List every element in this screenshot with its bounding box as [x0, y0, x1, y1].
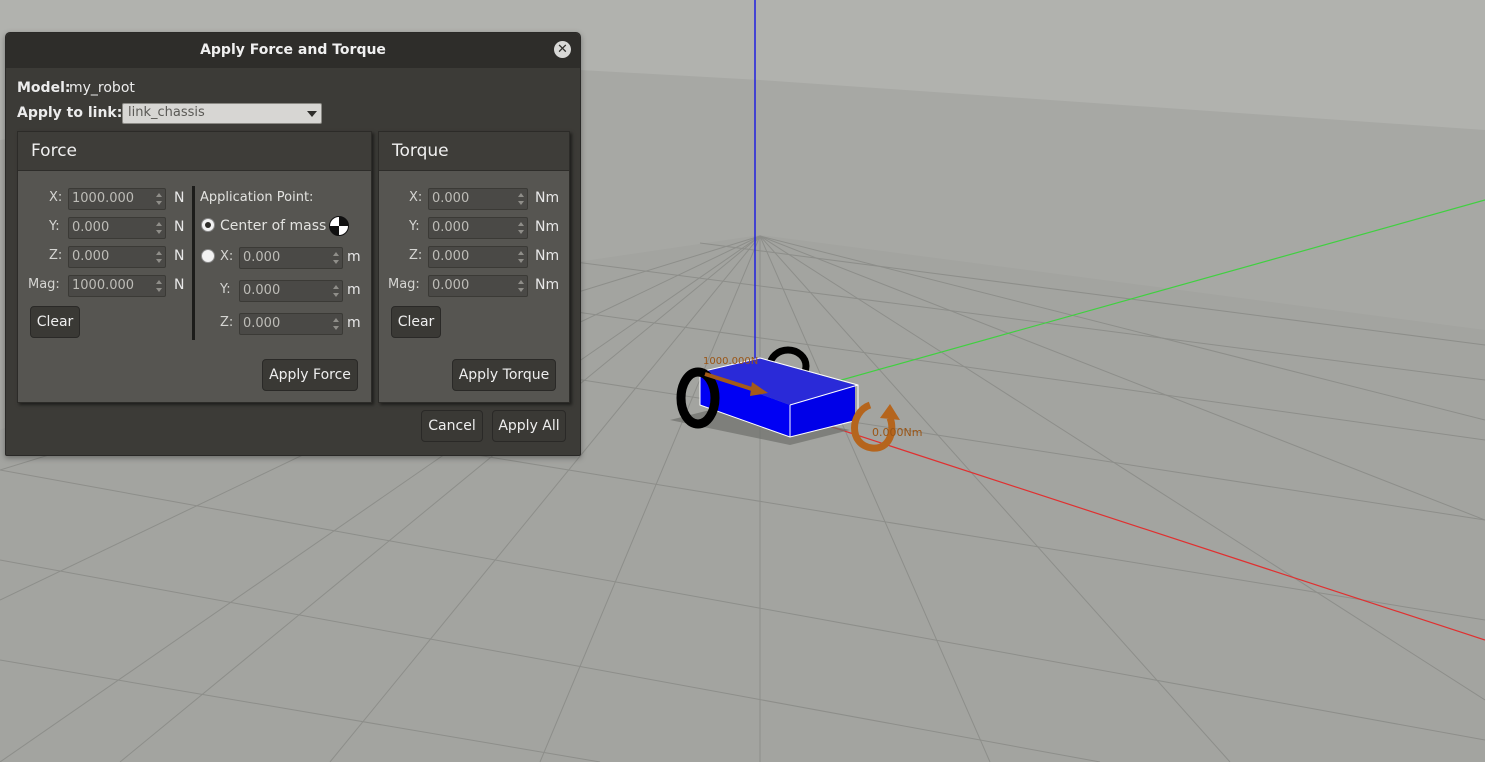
spin-up-icon[interactable] [518, 251, 524, 255]
torque-z-value: 0.000 [432, 249, 470, 264]
dialog-title: Apply Force and Torque [200, 42, 386, 58]
force-clear-button[interactable]: Clear [30, 306, 80, 338]
spin-up-icon[interactable] [156, 222, 162, 226]
model-name: my_robot [69, 80, 135, 96]
spin-up-icon[interactable] [333, 285, 339, 289]
force-mag-label: Mag: [28, 277, 60, 292]
spin-up-icon[interactable] [156, 193, 162, 197]
torque-mag-unit: Nm [535, 277, 560, 293]
force-panel-header: Force [18, 132, 371, 171]
spin-up-icon[interactable] [333, 318, 339, 322]
torque-panel-header: Torque [379, 132, 569, 171]
link-select-value: link_chassis [128, 105, 205, 120]
force-z-label: Z: [49, 248, 63, 263]
point-y-unit: m [347, 282, 361, 298]
torque-z-label: Z: [409, 248, 423, 263]
torque-y-input[interactable]: 0.000 [428, 217, 528, 239]
model-label: Model: [17, 80, 71, 96]
com-label: Center of mass [220, 218, 327, 234]
force-mag-value: 1000.000 [72, 278, 135, 293]
apply-all-button[interactable]: Apply All [492, 410, 566, 442]
force-mag-input[interactable]: 1000.000 [68, 275, 166, 297]
torque-mag-value: 0.000 [432, 278, 470, 293]
torque-z-unit: Nm [535, 248, 560, 264]
point-x-label: X: [220, 249, 234, 264]
link-select[interactable]: link_chassis [122, 103, 322, 124]
spin-down-icon[interactable] [518, 201, 524, 205]
force-y-value: 0.000 [72, 220, 110, 235]
force-z-unit: N [174, 248, 185, 264]
force-divider [192, 186, 195, 340]
center-of-mass-icon [329, 216, 349, 236]
chevron-down-icon [307, 111, 317, 117]
torque-y-label: Y: [409, 219, 420, 234]
spin-down-icon[interactable] [156, 230, 162, 234]
force-x-input[interactable]: 1000.000 [68, 188, 166, 210]
force-z-input[interactable]: 0.000 [68, 246, 166, 268]
torque-y-unit: Nm [535, 219, 560, 235]
spin-down-icon[interactable] [156, 288, 162, 292]
point-z-label: Z: [220, 315, 234, 330]
torque-mag-label: Mag: [388, 277, 420, 292]
point-y-value: 0.000 [243, 283, 281, 298]
point-x-value: 0.000 [243, 250, 281, 265]
torque-x-value: 0.000 [432, 191, 470, 206]
spin-down-icon[interactable] [518, 259, 524, 263]
spin-down-icon[interactable] [518, 230, 524, 234]
spin-up-icon[interactable] [156, 251, 162, 255]
torque-clear-button[interactable]: Clear [391, 306, 441, 338]
spin-down-icon[interactable] [333, 326, 339, 330]
force-y-label: Y: [49, 219, 60, 234]
apply-force-torque-dialog: Apply Force and Torque ✕ Model: my_robot… [5, 32, 581, 456]
force-panel-title: Force [31, 141, 77, 161]
close-icon[interactable]: ✕ [554, 41, 571, 58]
torque-x-input[interactable]: 0.000 [428, 188, 528, 210]
torque-z-input[interactable]: 0.000 [428, 246, 528, 268]
torque-x-label: X: [409, 190, 423, 205]
force-y-unit: N [174, 219, 185, 235]
force-visual-label: 1000.000N [703, 356, 758, 367]
torque-panel: Torque X: 0.000 Nm Y: 0.000 Nm Z: 0.000 … [378, 131, 570, 403]
spin-down-icon[interactable] [156, 201, 162, 205]
torque-y-value: 0.000 [432, 220, 470, 235]
force-y-input[interactable]: 0.000 [68, 217, 166, 239]
point-x-input[interactable]: 0.000 [239, 247, 343, 269]
force-mag-unit: N [174, 277, 185, 293]
spin-up-icon[interactable] [518, 193, 524, 197]
point-z-unit: m [347, 315, 361, 331]
apply-torque-button[interactable]: Apply Torque [452, 359, 556, 391]
spin-down-icon[interactable] [156, 259, 162, 263]
force-x-unit: N [174, 190, 185, 206]
com-radio[interactable] [201, 218, 215, 232]
spin-down-icon[interactable] [333, 260, 339, 264]
point-y-input[interactable]: 0.000 [239, 280, 343, 302]
torque-visual-label: 0.000Nm [872, 426, 922, 439]
spin-up-icon[interactable] [518, 280, 524, 284]
spin-up-icon[interactable] [156, 280, 162, 284]
force-panel: Force X: 1000.000 N Y: 0.000 N Z: 0.000 … [17, 131, 372, 403]
apply-force-button[interactable]: Apply Force [262, 359, 358, 391]
spin-down-icon[interactable] [518, 288, 524, 292]
custom-point-radio[interactable] [201, 249, 215, 263]
spin-up-icon[interactable] [333, 252, 339, 256]
spin-up-icon[interactable] [518, 222, 524, 226]
force-x-value: 1000.000 [72, 191, 135, 206]
torque-x-unit: Nm [535, 190, 560, 206]
spin-down-icon[interactable] [333, 293, 339, 297]
point-z-value: 0.000 [243, 316, 281, 331]
dialog-titlebar[interactable]: Apply Force and Torque ✕ [6, 33, 580, 68]
point-x-unit: m [347, 249, 361, 265]
torque-mag-input[interactable]: 0.000 [428, 275, 528, 297]
force-x-label: X: [49, 190, 63, 205]
torque-panel-title: Torque [392, 141, 449, 161]
cancel-button[interactable]: Cancel [421, 410, 483, 442]
point-z-input[interactable]: 0.000 [239, 313, 343, 335]
point-y-label: Y: [220, 282, 231, 297]
link-label: Apply to link: [17, 105, 123, 121]
application-point-label: Application Point: [200, 190, 314, 205]
force-z-value: 0.000 [72, 249, 110, 264]
